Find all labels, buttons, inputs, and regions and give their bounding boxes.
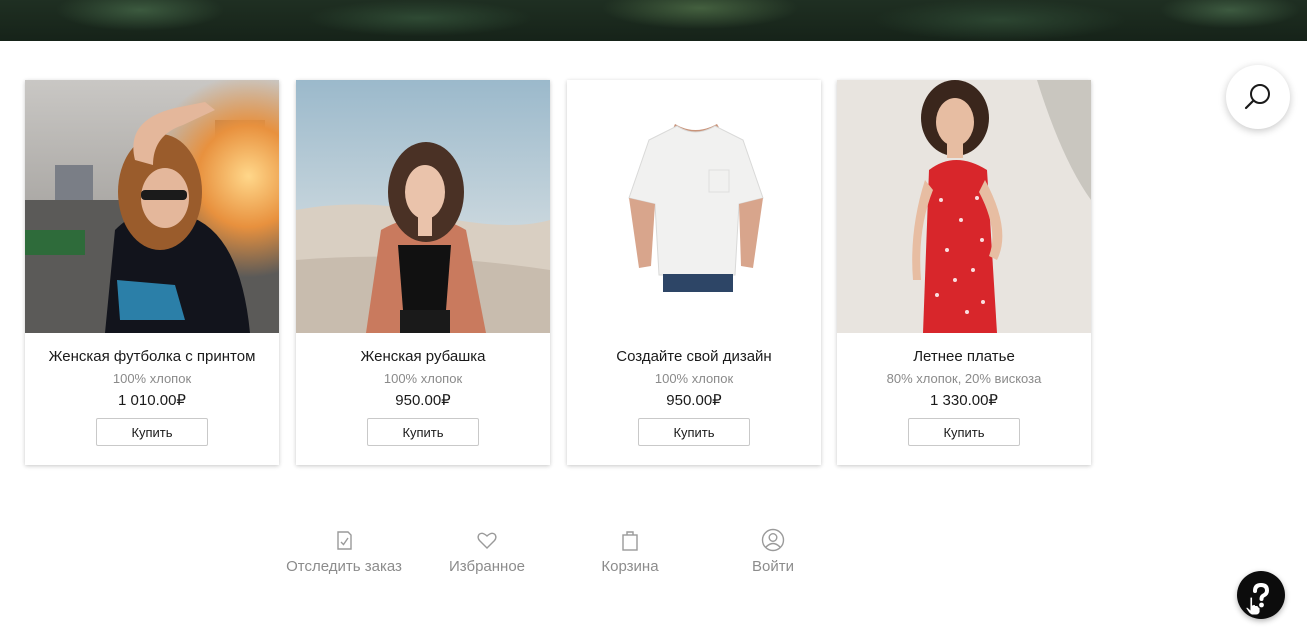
product-title[interactable]: Летнее платье — [837, 348, 1091, 365]
product-card[interactable]: Женская футболка с принтом 100% хлопок 1… — [25, 80, 279, 465]
product-photo[interactable] — [25, 80, 279, 333]
user-icon — [761, 528, 785, 552]
search-button[interactable] — [1226, 65, 1290, 129]
nav-label: Отследить заказ — [286, 558, 402, 575]
shopping-bag-icon — [622, 531, 638, 551]
product-card[interactable]: Создайте свой дизайн 100% хлопок 950.00₽… — [567, 80, 821, 465]
product-material: 100% хлопок — [112, 371, 192, 386]
nav-favorites[interactable]: Избранное — [417, 528, 557, 575]
product-material: 100% хлопок — [654, 371, 734, 386]
buy-button[interactable]: Купить — [367, 418, 479, 446]
product-material: 80% хлопок, 20% вискоза — [886, 371, 1042, 386]
product-photo[interactable] — [567, 80, 821, 333]
product-title[interactable]: Женская рубашка — [296, 348, 550, 365]
nav-label: Войти — [752, 558, 794, 575]
product-card[interactable]: Женская рубашка 100% хлопок 950.00₽ Купи… — [296, 80, 550, 465]
product-price: 1 330.00₽ — [930, 392, 998, 409]
hero-banner-strip — [0, 0, 1307, 41]
buy-button[interactable]: Купить — [638, 418, 750, 446]
product-card[interactable]: Летнее платье 80% хлопок, 20% вискоза 1 … — [837, 80, 1091, 465]
product-price: 950.00₽ — [395, 392, 451, 409]
product-price: 950.00₽ — [666, 392, 722, 409]
product-title[interactable]: Создайте свой дизайн — [567, 348, 821, 365]
order-tracking-icon — [337, 531, 352, 550]
search-icon — [1244, 84, 1270, 110]
buy-button[interactable]: Купить — [908, 418, 1020, 446]
nav-cart[interactable]: Корзина — [560, 528, 700, 575]
product-photo[interactable] — [296, 80, 550, 333]
nav-track-order[interactable]: Отследить заказ — [274, 528, 414, 575]
buy-button[interactable]: Купить — [96, 418, 208, 446]
product-photo[interactable] — [837, 80, 1091, 333]
heart-icon — [477, 532, 497, 549]
hand-cursor-icon — [1245, 596, 1261, 616]
product-title[interactable]: Женская футболка с принтом — [25, 348, 279, 365]
nav-login[interactable]: Войти — [703, 528, 843, 575]
nav-label: Избранное — [448, 558, 526, 575]
nav-label: Корзина — [601, 558, 659, 575]
product-price: 1 010.00₽ — [118, 392, 186, 409]
product-material: 100% хлопок — [383, 371, 463, 386]
